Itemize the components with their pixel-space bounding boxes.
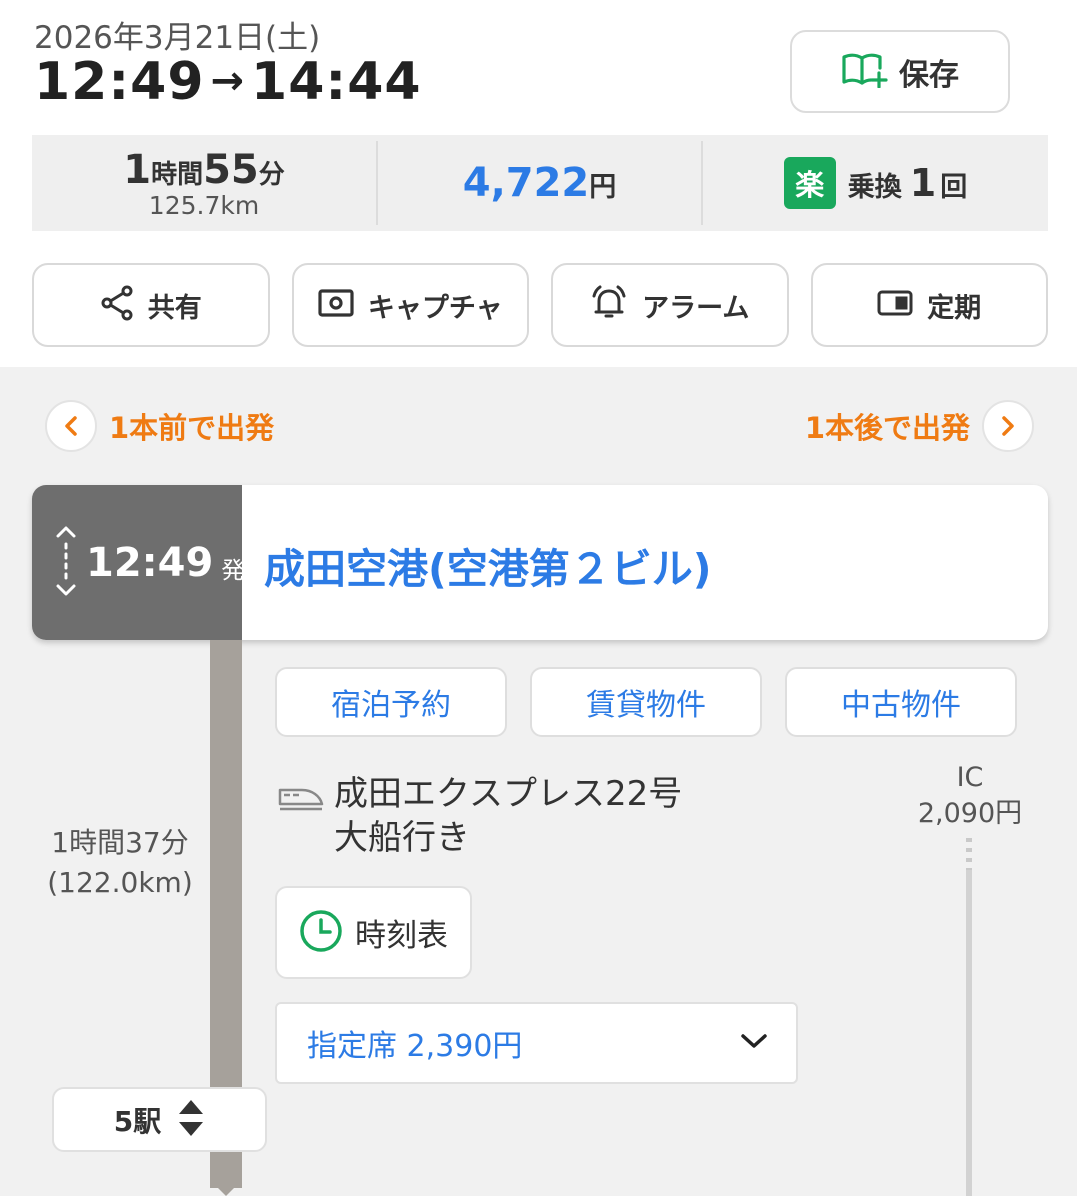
route-times: 12:49 → 14:44 xyxy=(34,52,422,112)
hotel-booking-button[interactable]: 宿泊予約 xyxy=(275,667,507,737)
arrive-time: 14:44 xyxy=(251,52,422,112)
station-links: 宿泊予約 賃貸物件 中古物件 xyxy=(275,667,1017,737)
raku-badge-icon: 楽 xyxy=(783,157,836,209)
express-train-icon xyxy=(278,772,324,860)
bookmark-add-icon xyxy=(841,52,889,92)
capture-icon xyxy=(318,289,354,321)
earlier-departure-link[interactable]: 1本前で出発 xyxy=(45,400,274,452)
departure-station-card[interactable]: 12:49 発 成田空港(空港第２ビル) xyxy=(32,485,1048,640)
clock-icon xyxy=(299,909,343,957)
duration-cell: 1時間55分 125.7km xyxy=(32,135,376,231)
chevron-down-icon xyxy=(740,1032,768,1054)
share-button[interactable]: 共有 xyxy=(32,263,270,347)
ic-fare-line-solid xyxy=(966,870,972,1196)
total-distance: 125.7km xyxy=(148,190,260,220)
timetable-button[interactable]: 時刻表 xyxy=(275,886,472,979)
commuter-pass-button[interactable]: 定期 xyxy=(810,263,1048,347)
rental-property-button[interactable]: 賃貸物件 xyxy=(530,667,762,737)
route-summary: 1時間55分 125.7km 4,722円 楽 乗換 1 回 xyxy=(32,135,1048,231)
train-info: 成田エクスプレス22号 大船行き xyxy=(278,772,682,860)
departure-station-name[interactable]: 成田空港(空港第２ビル) xyxy=(264,535,711,595)
share-icon xyxy=(100,285,134,325)
save-label: 保存 xyxy=(899,57,959,93)
capture-button[interactable]: キャプチャ xyxy=(291,263,529,347)
stop-stations-toggle[interactable]: 5駅 xyxy=(52,1087,267,1152)
total-duration: 1時間55分 xyxy=(123,146,285,193)
departure-time-block: 12:49 発 xyxy=(32,485,245,640)
departure-suffix: 発 xyxy=(221,557,245,584)
alarm-icon xyxy=(590,284,628,326)
ic-fare: IC 2,090円 xyxy=(917,762,1023,829)
later-departure-link[interactable]: 1本後で出発 xyxy=(805,400,1034,452)
commuter-pass-icon xyxy=(877,290,913,320)
save-button[interactable]: 保存 xyxy=(790,30,1010,113)
search-date: 2026年3月21日(土) xyxy=(34,20,321,56)
transfer-count: 乗換 1 回 xyxy=(847,161,968,205)
alarm-button[interactable]: アラーム xyxy=(551,263,789,347)
expand-collapse-icon xyxy=(54,524,78,602)
stop-count: 5駅 xyxy=(113,1104,162,1138)
transfer-cell: 楽 乗換 1 回 xyxy=(703,135,1048,231)
seat-type-select[interactable]: 指定席 2,390円 xyxy=(275,1002,798,1084)
depart-time: 12:49 xyxy=(34,52,205,112)
arrow-icon: → xyxy=(210,58,246,104)
timeline-arrow-icon xyxy=(210,1180,242,1196)
expand-icon xyxy=(177,1098,205,1142)
chevron-left-icon xyxy=(45,400,97,452)
fare-cell: 4,722円 xyxy=(376,141,703,225)
train-name: 成田エクスプレス22号 大船行き xyxy=(334,774,683,858)
seat-type-value: 指定席 2,390円 xyxy=(307,1029,523,1064)
total-fare: 4,722円 xyxy=(462,160,617,206)
used-property-button[interactable]: 中古物件 xyxy=(785,667,1017,737)
segment-duration: 1時間37分 (122.0km) xyxy=(47,826,193,899)
departure-time: 12:49 xyxy=(86,539,214,586)
action-bar: 共有 キャプチャ アラーム 定期 xyxy=(32,263,1048,347)
chevron-right-icon xyxy=(982,400,1034,452)
